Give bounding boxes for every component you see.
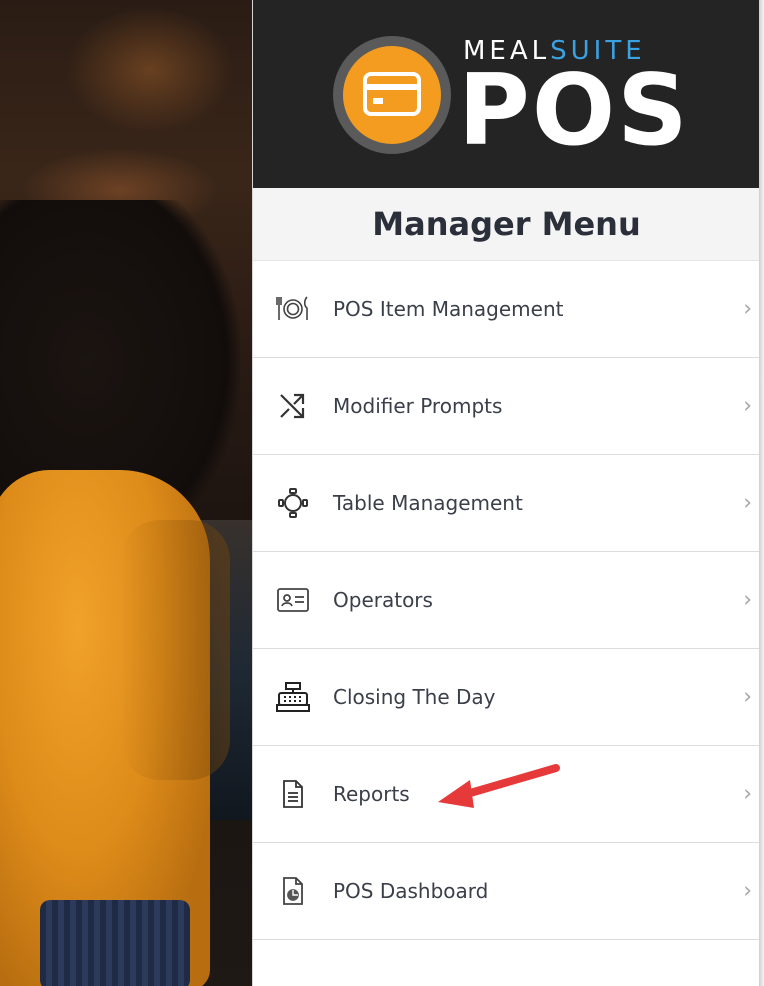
- chevron-right-icon: ›: [743, 684, 752, 710]
- manager-menu-panel: MEALSUITE POS Manager Menu POS Item Mana…: [252, 0, 760, 986]
- menu-item-label: POS Dashboard: [333, 879, 489, 903]
- cash-register-icon: [275, 679, 311, 715]
- brand-pos: POS: [458, 54, 690, 168]
- card-logo-icon: [333, 36, 451, 154]
- window-edge: [759, 0, 764, 986]
- background-photo: [0, 0, 252, 986]
- shuffle-icon: [275, 388, 311, 424]
- menu-item-operators[interactable]: Operators ›: [253, 552, 760, 649]
- chevron-right-icon: ›: [743, 393, 752, 419]
- page-title: Manager Menu: [253, 188, 760, 261]
- chevron-right-icon: ›: [743, 490, 752, 516]
- menu-list: POS Item Management › Modifier Prompts ›: [253, 261, 760, 940]
- menu-item-table-management[interactable]: Table Management ›: [253, 455, 760, 552]
- utensils-plate-icon: [275, 291, 311, 327]
- menu-item-label: Operators: [333, 588, 433, 612]
- menu-item-closing-the-day[interactable]: Closing The Day ›: [253, 649, 760, 746]
- chevron-right-icon: ›: [743, 296, 752, 322]
- menu-item-label: Closing The Day: [333, 685, 496, 709]
- menu-item-label: Reports: [333, 782, 410, 806]
- menu-item-modifier-prompts[interactable]: Modifier Prompts ›: [253, 358, 760, 455]
- menu-item-label: Table Management: [333, 491, 523, 515]
- annotation-arrow-icon: [438, 764, 560, 808]
- table-icon: [275, 485, 311, 521]
- menu-item-label: POS Item Management: [333, 297, 564, 321]
- menu-item-pos-item-management[interactable]: POS Item Management ›: [253, 261, 760, 358]
- id-card-icon: [275, 582, 311, 618]
- chevron-right-icon: ›: [743, 878, 752, 904]
- chevron-right-icon: ›: [743, 781, 752, 807]
- chevron-right-icon: ›: [743, 587, 752, 613]
- photo-sleeve: [120, 520, 230, 780]
- logo-bar: MEALSUITE POS: [253, 0, 760, 188]
- menu-item-pos-dashboard[interactable]: POS Dashboard ›: [253, 843, 760, 940]
- photo-apron: [40, 900, 190, 986]
- report-chart-icon: [275, 873, 311, 909]
- document-icon: [275, 776, 311, 812]
- menu-item-label: Modifier Prompts: [333, 394, 503, 418]
